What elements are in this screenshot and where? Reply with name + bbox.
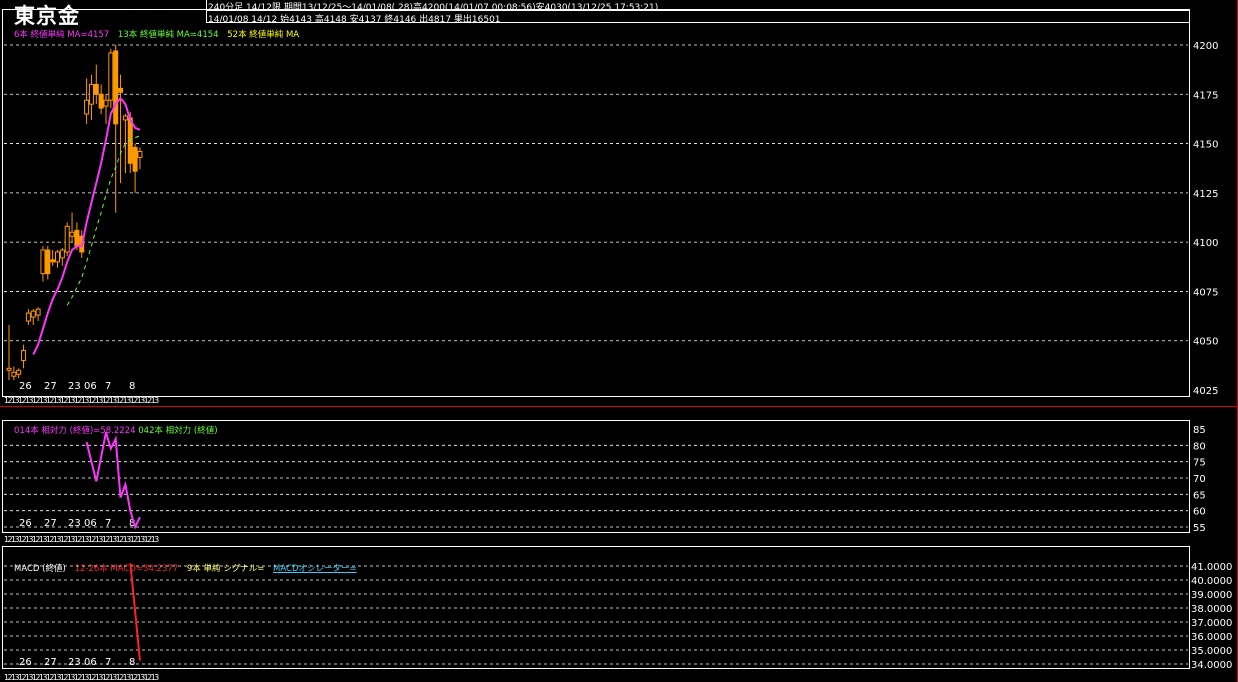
candle-body — [64, 225, 70, 253]
x-date-strip: 1213121312131213121312131213121312131213… — [4, 673, 159, 682]
macd-y-tick: 41.0000 — [1191, 562, 1232, 573]
x-day-label: 23 — [68, 657, 81, 668]
x-date-strip: 1213121312131213121312131213121312131213… — [4, 535, 159, 544]
candle-body — [35, 308, 41, 316]
x-day-label: 8 — [129, 657, 135, 668]
price-y-tick: 4175 — [1193, 90, 1218, 101]
candle-body — [45, 249, 51, 275]
price-y-tick: 4150 — [1193, 140, 1218, 151]
x-day-label: 7 — [105, 381, 111, 392]
candle-body — [50, 259, 56, 263]
rsi-y-tick: 65 — [1193, 490, 1206, 501]
x-day-label: 27 — [44, 381, 57, 392]
price-y-tick: 4100 — [1193, 238, 1218, 249]
x-date-strip: 1213121312131213121312131213121312131213… — [4, 396, 159, 405]
macd-line — [129, 563, 141, 661]
candle-body — [30, 310, 36, 318]
x-day-label: 06 — [84, 381, 97, 392]
macd-y-tick: 40.0000 — [1191, 576, 1232, 587]
x-day-label: 26 — [19, 657, 32, 668]
candle-body — [118, 87, 124, 93]
rsi-pane-frame — [2, 420, 1190, 533]
candle-body — [74, 229, 80, 247]
macd-y-tick: 35.0000 — [1191, 646, 1232, 657]
x-day-label: 06 — [84, 657, 97, 668]
candle-body — [69, 231, 75, 237]
x-day-label: 7 — [105, 657, 111, 668]
macd-y-tick: 37.0000 — [1191, 618, 1232, 629]
price-y-tick: 4025 — [1193, 386, 1218, 397]
macd-y-tick: 38.0000 — [1191, 604, 1232, 615]
rsi-y-tick: 60 — [1193, 507, 1206, 518]
price-y-tick: 4050 — [1193, 337, 1218, 348]
x-day-label: 8 — [129, 381, 135, 392]
candle-body — [84, 99, 90, 115]
macd-y-tick: 34.0000 — [1191, 660, 1232, 671]
chart-canvas: 4200417541504125410040754050402526 27 23 06… — [0, 0, 1238, 682]
candle-body — [113, 50, 119, 125]
candle-body — [132, 147, 138, 172]
price-y-tick: 4075 — [1193, 287, 1218, 298]
x-day-label: 26 — [19, 381, 32, 392]
candle-body — [40, 249, 46, 275]
rsi-y-tick: 80 — [1193, 441, 1206, 452]
candle-body — [11, 371, 17, 377]
rsi-y-tick: 70 — [1193, 474, 1206, 485]
rsi-y-tick: 55 — [1193, 523, 1206, 534]
price-y-tick: 4125 — [1193, 189, 1218, 200]
candle-body — [108, 52, 114, 101]
candle-body — [93, 83, 99, 95]
x-day-label: 27 — [44, 657, 57, 668]
macd-y-tick: 36.0000 — [1191, 632, 1232, 643]
macd-y-tick: 39.0000 — [1191, 590, 1232, 601]
price-pane-frame — [2, 9, 1190, 397]
rsi-y-tick: 75 — [1193, 458, 1206, 469]
candle-body — [6, 367, 12, 371]
candle-body — [103, 99, 109, 107]
candle-body — [21, 350, 27, 361]
price-y-tick: 4200 — [1193, 41, 1218, 52]
candle-body — [16, 369, 22, 375]
candle-body — [137, 150, 143, 158]
rsi-line — [85, 432, 141, 530]
candle-body — [25, 312, 31, 322]
x-day-label: 23 — [68, 381, 81, 392]
candle-body — [59, 249, 65, 259]
candle-body — [55, 251, 60, 263]
rsi-y-tick: 85 — [1193, 425, 1206, 436]
ma6-line — [32, 96, 141, 355]
candle-body — [122, 115, 128, 121]
candle-body — [98, 93, 104, 109]
candle-body — [88, 83, 94, 105]
